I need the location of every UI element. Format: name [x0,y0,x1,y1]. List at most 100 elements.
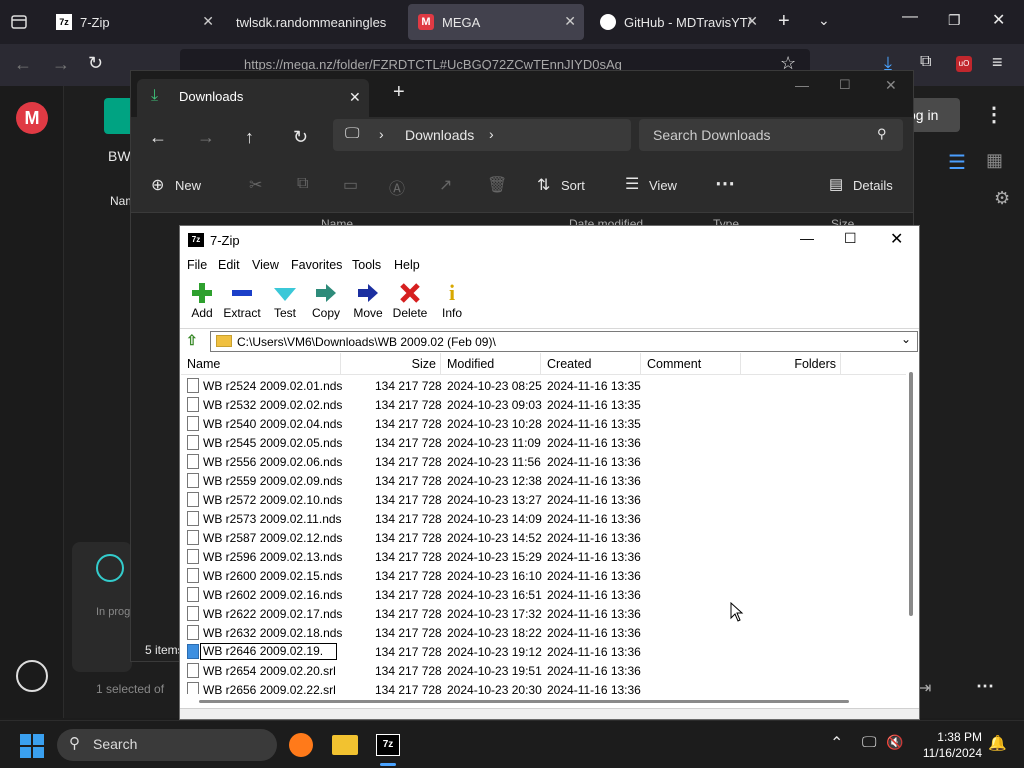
rename-input[interactable]: WB r2646 2009.02.19. [200,643,338,660]
column-header-comment[interactable]: Comment [641,353,741,375]
table-row[interactable]: WB r2600 2009.02.15.nds 134 217 728 2024-1… [181,566,906,585]
menu-icon[interactable]: ≡ [992,52,1003,73]
grid-view-icon[interactable]: ▦ [986,150,1003,171]
table-row[interactable]: WB r2632 2009.02.18.nds 134 217 728 2024-1… [181,623,906,642]
notification-bell-icon[interactable]: 🔔 [988,734,1007,752]
restore-icon[interactable]: ❐ [948,12,961,29]
more-icon[interactable]: ⋯ [715,171,735,196]
minimize-icon[interactable]: — [800,230,814,246]
share-icon[interactable]: ↗ [439,175,452,195]
new-tab-icon[interactable]: + [393,81,405,104]
delete-button[interactable]: Delete [388,280,432,320]
table-row[interactable]: WB r2540 2009.02.04.nds 134 217 728 2024-1… [181,414,906,433]
table-row[interactable]: WB r2596 2009.02.13.nds 134 217 728 2024-1… [181,547,906,566]
close-window-icon[interactable]: ✕ [885,77,897,94]
breadcrumb[interactable]: 🖵 › Downloads › [333,119,631,151]
copy-icon[interactable]: ⧉ [297,175,308,193]
maximize-icon[interactable]: ☐ [844,230,857,247]
info-button[interactable]: i Info [430,280,474,320]
7zip-taskbar-icon[interactable]: 7z [376,734,400,756]
menu-edit[interactable]: Edit [218,258,240,272]
table-row[interactable]: WB r2573 2009.02.11.nds 134 217 728 2024-1… [181,509,906,528]
add-button[interactable]: Add [180,280,224,320]
more-vertical-icon[interactable]: ⋮ [984,102,1004,127]
explorer-tab-downloads[interactable]: ⤓ Downloads ✕ [137,79,369,117]
table-row[interactable]: WB r2572 2009.02.10.nds 134 217 728 2024-1… [181,490,906,509]
menu-file[interactable]: File [187,258,207,272]
path-input[interactable]: C:\Users\VM6\Downloads\WB 2009.02 (Feb 0… [210,331,918,352]
system-clock[interactable]: 1:38 PM 11/16/2024 [904,729,982,761]
back-icon[interactable]: ← [14,54,32,75]
table-row[interactable]: WB r2602 2009.02.16.nds 134 217 728 2024-1… [181,585,906,604]
network-icon[interactable]: 🖵 [862,734,876,751]
file-list[interactable]: WB r2524 2009.02.01.nds 134 217 728 2024-1… [181,376,906,694]
column-header-name[interactable]: Name [181,353,341,375]
refresh-icon[interactable]: ↻ [293,127,308,148]
extensions-icon[interactable]: ⧉ [920,53,931,71]
login-button[interactable]: og in [906,98,960,132]
gear-icon[interactable]: ⚙ [994,188,1010,209]
taskbar-search[interactable]: ⚲ Search [57,729,277,761]
column-header-modified[interactable]: Modified [441,353,541,375]
menu-view[interactable]: View [252,258,279,272]
close-icon[interactable]: ✕ [202,13,214,30]
table-row[interactable]: WB r2532 2009.02.02.nds 134 217 728 2024-1… [181,395,906,414]
column-header-created[interactable]: Created [541,353,641,375]
firefox-icon[interactable] [289,733,313,757]
horizontal-scrollbar[interactable] [181,694,918,708]
browser-tab-github[interactable]: GitHub - MDTravisYT/ ✕ [590,4,766,40]
minimize-icon[interactable]: — [902,8,918,26]
details-button[interactable]: Details [853,178,893,193]
table-row[interactable]: WB r2654 2009.02.20.srl 134 217 728 2024-1… [181,661,906,680]
close-icon[interactable]: ✕ [349,89,361,106]
table-row[interactable]: WB r2524 2009.02.01.nds 134 217 728 2024-1… [181,376,906,395]
table-row[interactable]: WB r2622 2009.02.17.nds 134 217 728 2024-1… [181,604,906,623]
browser-tab-7zip[interactable]: 7z 7-Zip ✕ [46,4,222,40]
mega-logo[interactable]: M [16,102,48,134]
table-row[interactable]: WB r2545 2009.02.05.nds 134 217 728 2024-1… [181,433,906,452]
delete-icon[interactable]: 🗑 [487,175,507,195]
view-button[interactable]: View [649,178,677,193]
more-icon[interactable]: ⋯ [976,676,994,697]
rename-icon[interactable]: Ⓐ [389,175,405,199]
sync-icon[interactable] [16,660,48,692]
table-row[interactable]: WB r2559 2009.02.09.nds 134 217 728 2024-1… [181,471,906,490]
minimize-icon[interactable]: — [795,77,809,93]
new-tab-icon[interactable]: + [778,10,790,33]
menu-tools[interactable]: Tools [352,258,381,272]
table-row[interactable]: WB r2646 2009.02.19. 134 217 728 2024-10-2… [181,642,906,661]
chevron-up-icon[interactable]: ⌃ [830,733,843,753]
list-view-icon[interactable]: ☰ [948,150,966,175]
windows-start-icon[interactable] [20,734,44,758]
copy-button[interactable]: Copy [304,280,348,320]
file-explorer-icon[interactable] [332,735,358,755]
maximize-icon[interactable]: ☐ [839,77,851,93]
new-button[interactable]: New [175,178,201,193]
logout-icon[interactable]: ⇥ [918,678,931,698]
tab-list-icon[interactable] [10,13,28,31]
close-icon[interactable]: ✕ [746,13,758,30]
column-header-folders[interactable]: Folders [741,353,841,375]
close-window-icon[interactable]: ✕ [992,10,1005,30]
back-icon[interactable]: ← [149,127,167,148]
forward-icon[interactable]: → [52,54,70,75]
close-icon[interactable]: ✕ [564,13,576,30]
extract-button[interactable]: Extract [220,280,264,320]
menu-favorites[interactable]: Favorites [291,258,342,272]
scroll-thumb[interactable] [199,700,849,703]
forward-icon[interactable]: → [197,127,215,148]
scroll-thumb[interactable] [909,372,913,616]
folder-up-icon[interactable]: ⇧ [186,332,198,349]
volume-muted-icon[interactable]: 🔇 [886,734,903,751]
chevron-down-icon[interactable]: ⌄ [901,332,911,346]
ublock-icon[interactable]: uO [956,56,972,72]
close-window-icon[interactable]: ✕ [890,229,903,249]
browser-tab-mega[interactable]: M MEGA ✕ [408,4,584,40]
column-header-size[interactable]: Size [341,353,441,375]
move-button[interactable]: Move [346,280,390,320]
chevron-down-icon[interactable]: ⌄ [818,12,830,29]
paste-icon[interactable]: ▭ [343,175,358,195]
sort-button[interactable]: Sort [561,178,585,193]
up-icon[interactable]: ↑ [245,127,254,148]
table-row[interactable]: WB r2656 2009.02.22.srl 134 217 728 2024-1… [181,680,906,694]
